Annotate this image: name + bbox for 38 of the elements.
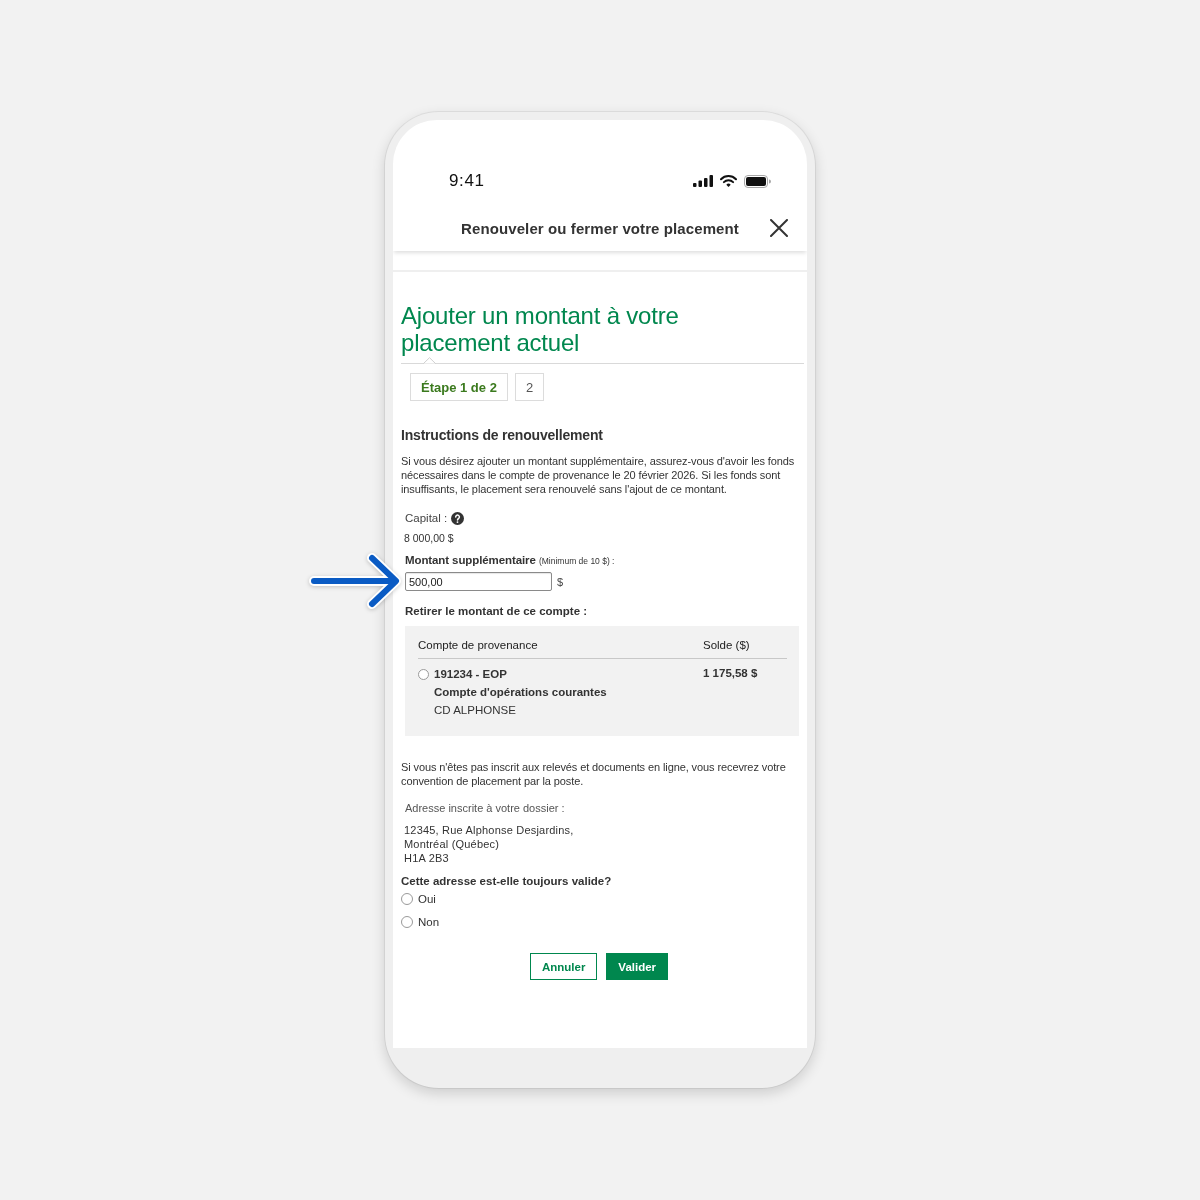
address-line: 12345, Rue Alphonse Desjardins,: [404, 823, 574, 837]
battery-icon: [744, 174, 771, 188]
submit-button[interactable]: Valider: [606, 953, 669, 980]
account-balance: 1 175,58 $: [703, 666, 758, 681]
radio-button[interactable]: [418, 669, 429, 680]
page-title: Ajouter un montant à votre placement actuel: [401, 302, 680, 356]
signal-icon: [693, 175, 713, 187]
account-holder: CD ALPHONSE: [434, 703, 516, 718]
mail-notice-text: Si vous n'êtes pas inscrit aux relevés et documents en ligne, vous recevrez votre convention de placement par la poste.: [401, 760, 787, 788]
amount-field[interactable]: 500,00: [405, 572, 552, 591]
radio-button[interactable]: [401, 916, 413, 928]
option-label[interactable]: Oui: [418, 892, 436, 906]
capital-label: Capital :: [405, 511, 448, 525]
address-line: H1A 2B3: [404, 851, 449, 865]
currency-label: $: [557, 575, 564, 588]
close-icon: [770, 219, 788, 237]
amount-label: Montant supplémentaire (Minimum de 10 $) :: [405, 553, 615, 568]
question-text: Cette adresse est-elle toujours valide?: [401, 874, 612, 888]
help-icon[interactable]: [451, 511, 465, 525]
account-type: Compte d'opérations courantes: [434, 685, 607, 700]
withdraw-label: Retirer le montant de ce compte :: [405, 604, 588, 618]
column-header: Solde ($): [703, 638, 750, 652]
instructions-text: Si vous désirez ajouter un montant supplémentaire, assurez-vous d'avoir les fonds nécessaires dans le compte de provenance le 20 février 2026. Si les fonds sont insuffisants, le placement sera renouvelé sans l'ajout de ce montant.: [401, 454, 796, 496]
address-label: Adresse inscrite à votre dossier :: [405, 801, 565, 815]
address-line: Montréal (Québec): [404, 837, 500, 851]
step-tab[interactable]: 2: [514, 373, 545, 401]
status-time: 9:41: [449, 171, 485, 191]
section-heading: Instructions de renouvellement: [401, 427, 604, 444]
account-number: 191234 - EOP: [434, 667, 507, 682]
close-button[interactable]: [770, 219, 788, 237]
header-title: Renouveler ou fermer votre placement: [461, 219, 739, 237]
radio-button[interactable]: [401, 893, 413, 905]
option-label[interactable]: Non: [418, 915, 440, 929]
column-header: Compte de provenance: [418, 638, 538, 652]
wifi-icon: [720, 175, 737, 187]
cancel-button[interactable]: Annuler: [529, 953, 598, 980]
step-tab[interactable]: Étape 1 de 2: [410, 373, 508, 401]
capital-value: 8 000,00 $: [404, 531, 454, 545]
